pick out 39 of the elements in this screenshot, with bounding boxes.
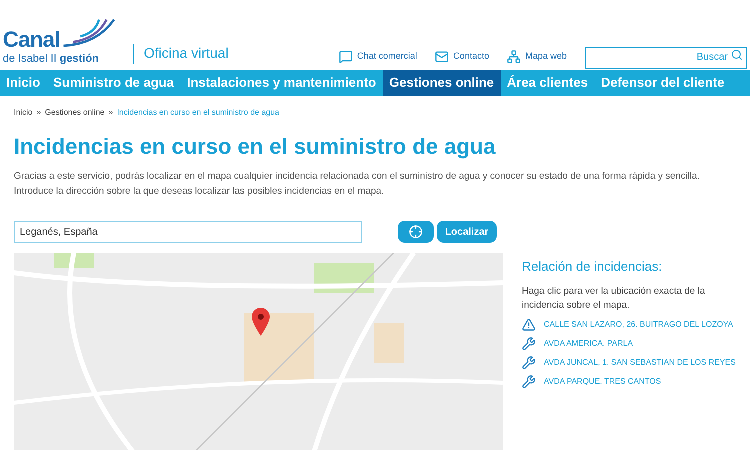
nav-tab[interactable]: Gestiones online	[382, 70, 501, 96]
breadcrumb-separator: »	[36, 107, 42, 119]
incidents-hint: Haga clic para ver la ubicación exacta de la incidencia sobre el mapa.	[522, 284, 706, 312]
header-link[interactable]: Contacto	[435, 50, 490, 64]
header-link[interactable]: Chat comercial	[339, 50, 418, 64]
section-title: Oficina virtual	[144, 44, 229, 63]
address-field[interactable]: Leganés, España	[14, 221, 362, 243]
crosshair-icon	[409, 225, 423, 239]
incident-link[interactable]: AVDA JUNCAL, 1. SAN SEBASTIAN DE LOS REYES	[544, 356, 736, 368]
warning-icon	[522, 318, 536, 332]
header-link[interactable]: Mapa web	[507, 50, 567, 64]
nav-tab[interactable]: Defensor del cliente	[594, 70, 732, 96]
breadcrumb-link[interactable]: Gestiones online	[45, 107, 105, 119]
search-field[interactable]: Buscar	[585, 46, 747, 68]
search-icon	[731, 49, 743, 61]
breadcrumb-separator: »	[108, 107, 114, 119]
logo-name: Canal	[3, 28, 60, 52]
incident-link[interactable]: AVDA PARQUE. TRES CANTOS	[544, 376, 662, 388]
nav-tab[interactable]: Suministro de agua	[46, 70, 181, 96]
wrench-icon	[522, 356, 536, 370]
incidents-title: Relación de incidencias:	[522, 258, 664, 276]
incident-link[interactable]: AVDA AMERICA. PARLA	[544, 338, 634, 350]
incident-link[interactable]: CALLE SAN LAZARO, 26. BUITRAGO DEL LOZOYA	[544, 318, 734, 330]
nav-tab[interactable]: Área clientes	[500, 70, 595, 96]
nav-tab[interactable]: Instalaciones y mantenimiento	[180, 70, 383, 96]
mail-icon	[435, 50, 450, 64]
logo-subtitle: de Isabel II gestión	[3, 52, 100, 66]
breadcrumb-link[interactable]: Inicio	[14, 107, 33, 119]
nav-tab[interactable]: Inicio	[0, 70, 47, 96]
wrench-icon	[522, 374, 536, 388]
geolocate-button[interactable]	[398, 221, 434, 243]
locate-button[interactable]: Localizar	[437, 221, 497, 243]
page-title: Incidencias en curso en el suministro de agua	[13, 133, 497, 161]
sitemap-icon	[507, 50, 522, 64]
breadcrumb-link[interactable]: Incidencias en curso en el suministro de agua	[117, 107, 280, 119]
wrench-icon	[522, 336, 536, 350]
intro-text: Gracias a este servicio, podrás localizar en el mapa cualquier incidencia relacionada con el suministro de agua y conocer su estado de una forma rápida y sencilla. Introduce la dirección sobre la que deseas localizar las posibles incidencias en el mapa.	[13, 170, 701, 199]
map-pin-icon	[252, 308, 270, 336]
chat-icon	[339, 50, 354, 64]
